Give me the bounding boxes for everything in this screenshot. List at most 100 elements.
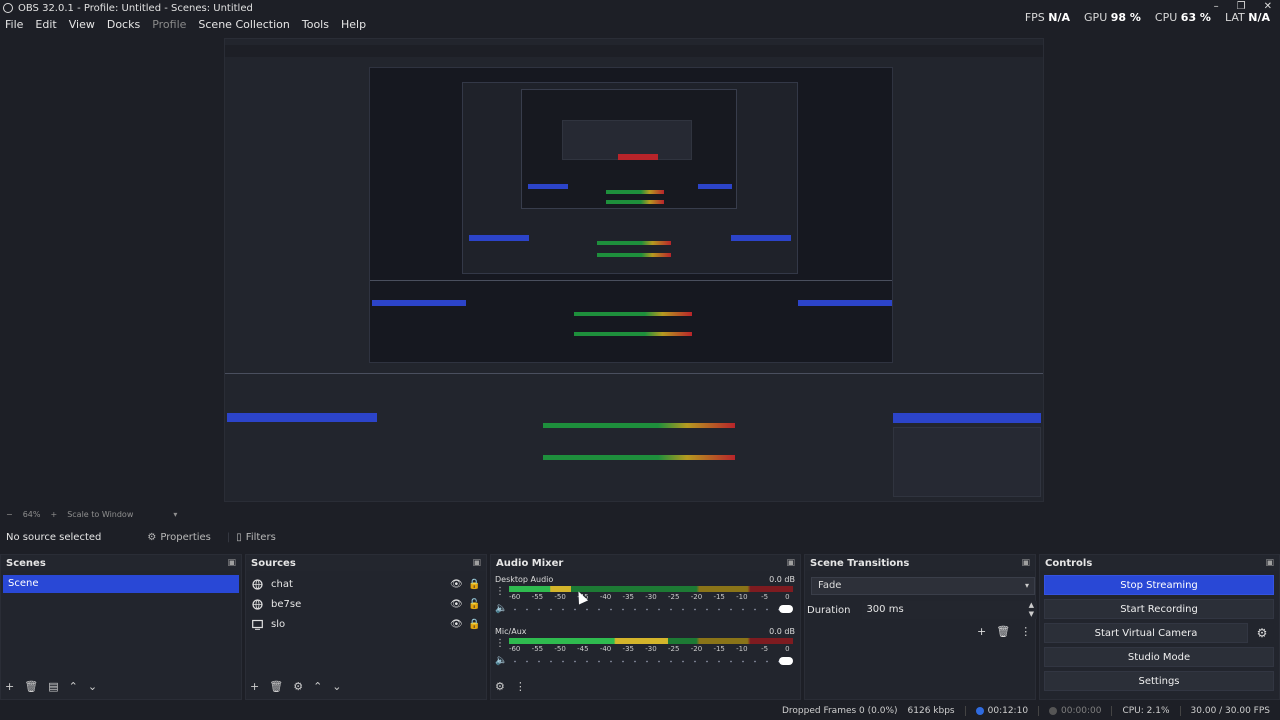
trash-icon[interactable]: 🗑: [269, 680, 283, 693]
eye-icon[interactable]: 👁: [450, 619, 463, 630]
unlock-icon[interactable]: 🔓: [468, 599, 480, 610]
undock-icon[interactable]: ▣: [1265, 558, 1274, 568]
meter-tick-label: -50: [554, 593, 566, 601]
menu-edit[interactable]: Edit: [35, 18, 56, 31]
nested-meter: [574, 312, 692, 316]
start-virtual-camera-button[interactable]: Start Virtual Camera: [1044, 623, 1248, 643]
menu-scene-collection[interactable]: Scene Collection: [198, 18, 289, 31]
advanced-audio-icon[interactable]: ⚙: [495, 680, 505, 693]
source-item[interactable]: slo 👁 🔒: [252, 615, 480, 633]
menu-file[interactable]: File: [5, 18, 23, 31]
duration-label: Duration: [807, 604, 851, 616]
slider-handle[interactable]: [779, 605, 793, 613]
preview-area[interactable]: [0, 34, 1280, 506]
sources-dock: Sources ▣ chat 👁 🔒 be7se 👁 🔓 slo 👁 🔒 + 🗑…: [245, 554, 487, 700]
zoom-out-button[interactable]: −: [6, 510, 13, 519]
cpu-stat: CPU 63 %: [1154, 11, 1211, 24]
source-name: chat: [271, 578, 293, 590]
scenes-dock: Scenes ▣ Scene + 🗑 ▤ ⌃ ⌄: [0, 554, 242, 700]
gear-icon[interactable]: ⚙: [1250, 623, 1274, 643]
add-source-button[interactable]: +: [250, 680, 259, 693]
transition-value: Fade: [818, 580, 842, 591]
nested-preview-3: [521, 89, 737, 209]
kebab-menu-icon[interactable]: ⋮: [515, 680, 526, 693]
undock-icon[interactable]: ▣: [227, 558, 236, 568]
meter-tick-label: -5: [761, 593, 769, 601]
speaker-icon[interactable]: 🔈: [495, 655, 507, 666]
zoom-in-button[interactable]: +: [50, 510, 57, 519]
scenes-title: Scenes: [6, 557, 46, 569]
mixer-channel-mic: Mic/Aux 0.0 dB ⋮ -60 -55 -50 -45 -40 -35 -30 -2…: [495, 627, 795, 666]
stop-streaming-button[interactable]: Stop Streaming: [1044, 575, 1274, 595]
source-name: be7se: [271, 598, 302, 610]
trash-icon[interactable]: 🗑: [996, 625, 1010, 638]
add-transition-button[interactable]: +: [977, 625, 986, 638]
zoom-level: 64%: [22, 509, 41, 519]
meter-tick-label: -40: [599, 645, 612, 653]
filters-button[interactable]: ▯ Filters: [236, 532, 276, 543]
kebab-menu-icon[interactable]: ⋮: [495, 586, 505, 597]
audio-mixer-header: Audio Mixer ▣: [491, 555, 800, 571]
menu-bar: File Edit View Docks Profile Scene Colle…: [0, 16, 366, 32]
transition-select[interactable]: Fade ▾: [811, 577, 1035, 595]
undock-icon[interactable]: ▣: [786, 558, 795, 568]
cpu-usage: CPU: 2.1%: [1122, 706, 1170, 716]
volume-slider[interactable]: [509, 604, 793, 614]
stream-time: 00:12:10: [975, 706, 1028, 716]
browser-icon: [252, 578, 263, 590]
eye-icon[interactable]: 👁: [450, 579, 463, 590]
controls-title: Controls: [1045, 557, 1093, 569]
preview-canvas[interactable]: [224, 38, 1044, 502]
meter-scale: -60 -55 -50 -45 -40 -35 -30 -25 -20 -15 -10 -5 0: [509, 592, 793, 602]
move-down-icon[interactable]: ⌄: [88, 680, 97, 693]
duration-input[interactable]: 300 ms ▲ ▼: [862, 601, 1037, 619]
menu-view[interactable]: View: [69, 18, 95, 31]
gear-icon[interactable]: ⚙: [293, 680, 303, 693]
filters-label: Filters: [245, 531, 276, 543]
chevron-down-icon[interactable]: ▾: [173, 510, 177, 519]
nested-meter: [543, 423, 735, 428]
meter-tick-label: -35: [622, 593, 634, 601]
source-item[interactable]: chat 👁 🔒: [252, 575, 480, 593]
speaker-icon[interactable]: 🔈: [495, 603, 507, 614]
display-capture-icon: [252, 619, 263, 630]
meter-tick-label: -50: [554, 645, 566, 653]
menu-profile[interactable]: Profile: [152, 18, 186, 31]
meter-tick-label: 0: [785, 645, 790, 653]
nested-bar: [528, 184, 568, 189]
undock-icon[interactable]: ▣: [1021, 558, 1030, 568]
sources-title: Sources: [251, 557, 296, 569]
source-item[interactable]: be7se 👁 🔓: [252, 595, 480, 613]
kebab-menu-icon[interactable]: ⋮: [495, 638, 505, 649]
kebab-menu-icon[interactable]: ⋮: [1020, 625, 1031, 638]
spinner-icon[interactable]: ▲ ▼: [1029, 601, 1034, 619]
nested-bar: [698, 184, 732, 189]
move-up-icon[interactable]: ⌃: [313, 680, 322, 693]
nested-divider: [370, 280, 892, 281]
menu-tools[interactable]: Tools: [302, 18, 329, 31]
menu-help[interactable]: Help: [341, 18, 366, 31]
move-down-icon[interactable]: ⌄: [332, 680, 341, 693]
scale-mode-select[interactable]: Scale to Window: [67, 510, 133, 519]
studio-mode-button[interactable]: Studio Mode: [1044, 647, 1274, 667]
scene-list-item[interactable]: Scene: [3, 575, 239, 593]
undock-icon[interactable]: ▣: [472, 558, 481, 568]
settings-button[interactable]: Settings: [1044, 671, 1274, 691]
lock-icon[interactable]: 🔒: [468, 579, 480, 590]
meter-tick-label: -25: [668, 645, 680, 653]
trash-icon[interactable]: 🗑: [24, 680, 38, 693]
start-recording-button[interactable]: Start Recording: [1044, 599, 1274, 619]
meter-tick-label: -55: [531, 593, 544, 601]
scene-filters-icon[interactable]: ▤: [48, 680, 58, 693]
move-up-icon[interactable]: ⌃: [69, 680, 78, 693]
properties-button[interactable]: ⚙ Properties: [147, 532, 211, 543]
menu-docks[interactable]: Docks: [107, 18, 140, 31]
nested-meter: [574, 332, 692, 336]
dropped-frames: Dropped Frames 0 (0.0%): [781, 706, 898, 716]
add-scene-button[interactable]: +: [5, 680, 14, 693]
slider-handle[interactable]: [779, 657, 793, 665]
lock-icon[interactable]: 🔒: [468, 619, 480, 630]
meter-tick-label: -45: [577, 645, 589, 653]
volume-slider[interactable]: [509, 656, 793, 666]
eye-icon[interactable]: 👁: [450, 599, 463, 610]
